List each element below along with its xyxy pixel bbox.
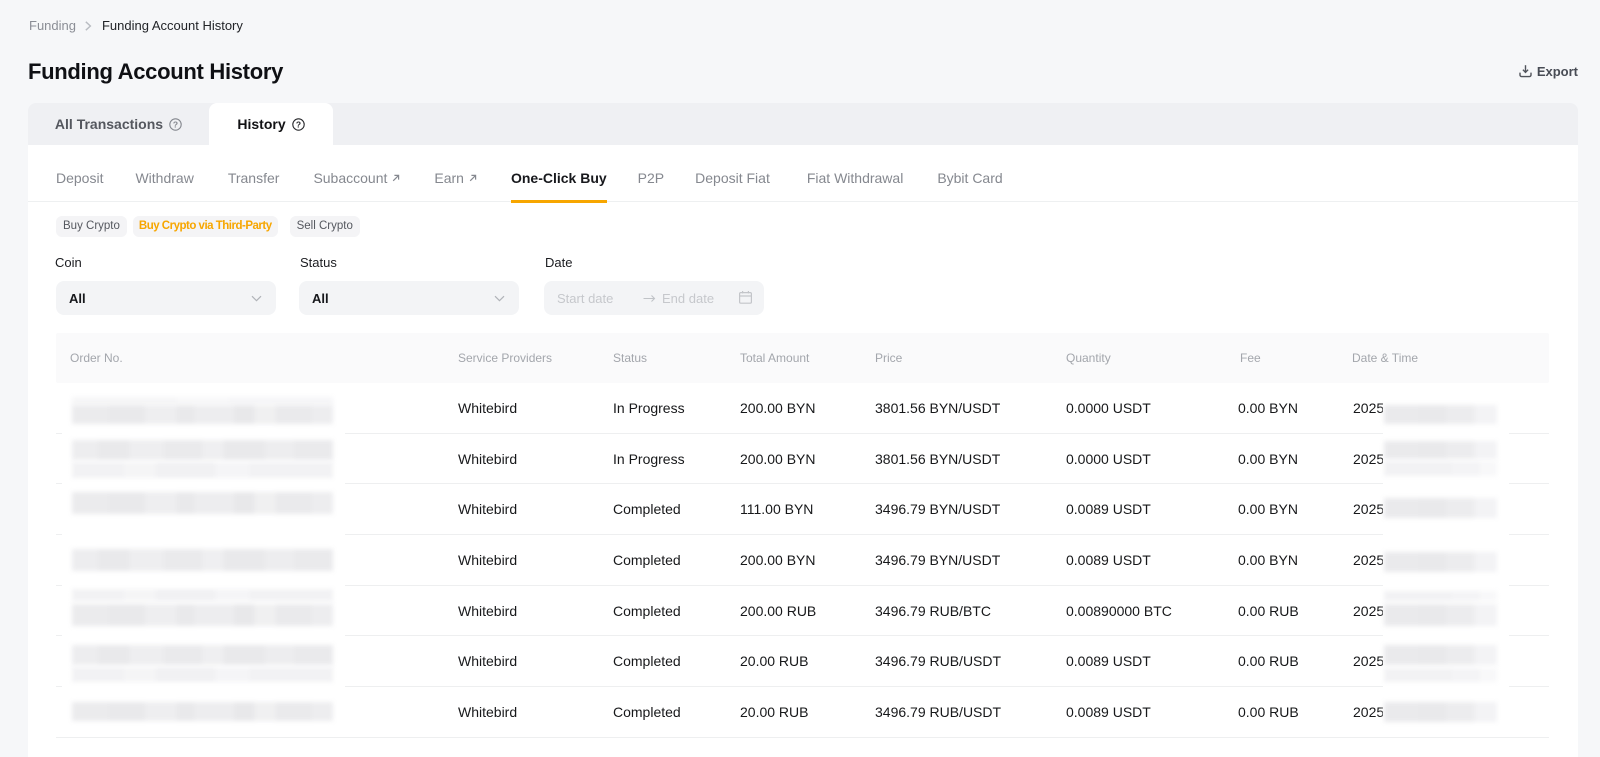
svg-text:?: ? [296, 119, 301, 129]
svg-text:?: ? [173, 119, 178, 129]
